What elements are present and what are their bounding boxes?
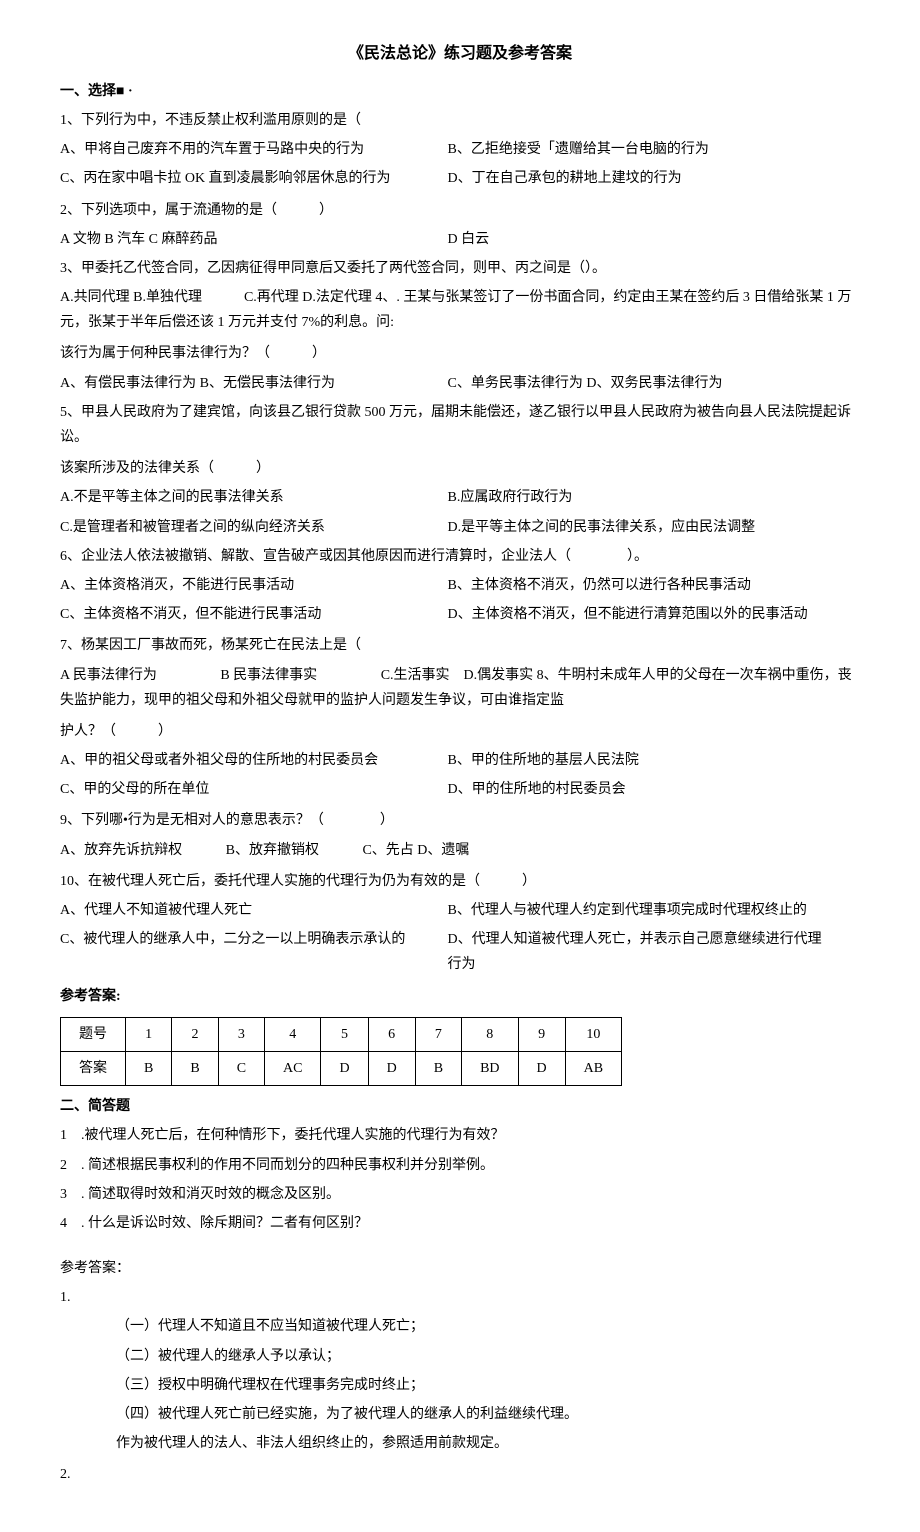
table-cell: 7 <box>415 1017 461 1051</box>
q5-option-b: B.应属政府行政行为 <box>448 485 832 510</box>
table-cell: 10 <box>565 1017 621 1051</box>
q1-stem: 1、下列行为中，不违反禁止权利滥用原则的是（ <box>60 108 860 133</box>
answers-table: 题号 1 2 3 4 5 6 7 8 9 10 答案 B B C AC D D … <box>60 1017 622 1086</box>
table-cell: D <box>518 1051 565 1085</box>
answer-1-num: 1. <box>60 1285 860 1310</box>
q4-option-ab: A、有偿民事法律行为 B、无偿民事法律行为 <box>60 371 444 396</box>
table-cell: 3 <box>218 1017 264 1051</box>
table-row: 题号 1 2 3 4 5 6 7 8 9 10 <box>61 1017 622 1051</box>
table-cell: 题号 <box>61 1017 126 1051</box>
q2-stem: 2、下列选项中，属于流通物的是（ ） <box>60 198 860 223</box>
q8-option-d: D、甲的住所地的村民委员会 <box>448 777 832 802</box>
answer-1-line-2: （二）被代理人的继承人予以承认； <box>116 1344 860 1369</box>
q8-option-c: C、甲的父母的所在单位 <box>60 777 444 802</box>
answer-1-line-1: （一）代理人不知道且不应当知道被代理人死亡； <box>116 1314 860 1339</box>
table-cell: 1 <box>126 1017 172 1051</box>
table-cell: 6 <box>368 1017 415 1051</box>
q5-option-d: D.是平等主体之间的民事法律关系，应由民法调整 <box>448 515 832 540</box>
sa-q4: 4 . 什么是诉讼时效、除斥期间？二者有何区别？ <box>60 1211 860 1236</box>
q6-option-d: D、主体资格不消灭，但不能进行清算范围以外的民事活动 <box>448 602 832 627</box>
answer-1-line-5: 作为被代理人的法人、非法人组织终止的，参照适用前款规定。 <box>116 1431 860 1456</box>
q6-option-b: B、主体资格不消灭，仍然可以进行各种民事活动 <box>448 573 832 598</box>
q6-option-a: A、主体资格消灭，不能进行民事活动 <box>60 573 444 598</box>
answer-1-line-3: （三）授权中明确代理权在代理事务完成时终止； <box>116 1373 860 1398</box>
sa-q3: 3 . 简述取得时效和消灭时效的概念及区别。 <box>60 1182 860 1207</box>
q2-option-abc: A 文物 B 汽车 C 麻醉药品 <box>60 227 444 252</box>
table-cell: 8 <box>462 1017 518 1051</box>
q9-option-b: B、放弃撤销权 <box>226 838 319 863</box>
q7-option-a: A 民事法律行为 <box>60 663 157 688</box>
q1-option-a: A、甲将自己废弃不用的汽车置于马路中央的行为 <box>60 137 444 162</box>
q10-stem: 10、在被代理人死亡后，委托代理人实施的代理行为仍为有效的是（ ） <box>60 869 860 894</box>
q5-stem: 5、甲县人民政府为了建宾馆，向该县乙银行贷款 500 万元，届期未能偿还，遂乙银… <box>60 400 860 450</box>
q9-stem: 9、下列哪•行为是无相对人的意思表示？（ ） <box>60 808 860 833</box>
table-cell: 5 <box>321 1017 368 1051</box>
q9-option-a: A、放弃先诉抗辩权 <box>60 838 182 863</box>
q10-option-c: C、被代理人的继承人中，二分之一以上明确表示承认的 <box>60 927 444 952</box>
q8-stem: 护人？（ ） <box>60 719 860 744</box>
q2-option-d: D 白云 <box>448 227 832 252</box>
q9-option-cd: C、先占 D、遗嘱 <box>362 838 469 863</box>
q1-option-c: C、丙在家中唱卡拉 OK 直到凌晨影响邻居休息的行为 <box>60 166 444 191</box>
q1-option-b: B、乙拒绝接受「遗赠给其一台电脑的行为 <box>448 137 832 162</box>
q7-option-cd-q8: C.生活事实 D.偶发事实 8、牛明村未成年人甲的父母在一次车祸中重伤，丧失监护… <box>60 668 852 708</box>
table-row: 答案 B B C AC D D B BD D AB <box>61 1051 622 1085</box>
table-cell: B <box>172 1051 218 1085</box>
q1-option-d: D、丁在自己承包的耕地上建坟的行为 <box>448 166 832 191</box>
q5-stem2: 该案所涉及的法律关系（ ） <box>60 456 860 481</box>
table-cell: C <box>218 1051 264 1085</box>
answers-label: 参考答案: <box>60 984 860 1009</box>
page-title: 《民法总论》练习题及参考答案 <box>60 40 860 69</box>
q3-q4-line: A.共同代理 B.单独代理 C.再代理 D.法定代理 4、. 王某与张某签订了一… <box>60 285 860 335</box>
table-cell: B <box>126 1051 172 1085</box>
table-cell: D <box>368 1051 415 1085</box>
q10-option-d: D、代理人知道被代理人死亡，并表示自己愿意继续进行代理行为 <box>448 927 832 977</box>
table-cell: 答案 <box>61 1051 126 1085</box>
table-cell: BD <box>462 1051 518 1085</box>
q5-option-c: C.是管理者和被管理者之间的纵向经济关系 <box>60 515 444 540</box>
q8-option-a: A、甲的祖父母或者外祖父母的住所地的村民委员会 <box>60 748 444 773</box>
table-cell: AC <box>265 1051 321 1085</box>
q4-option-cd: C、单务民事法律行为 D、双务民事法律行为 <box>448 371 832 396</box>
q3-stem: 3、甲委托乙代签合同，乙因病征得甲同意后又委托了两代签合同，则甲、丙之间是（）。 <box>60 256 860 281</box>
table-cell: 4 <box>265 1017 321 1051</box>
answer-2-num: 2. <box>60 1462 860 1487</box>
answer-1-line-4: （四）被代理人死亡前已经实施，为了被代理人的继承人的利益继续代理。 <box>116 1402 860 1427</box>
table-cell: B <box>415 1051 461 1085</box>
answers2-label: 参考答案： <box>60 1256 860 1281</box>
q8-option-b: B、甲的住所地的基层人民法院 <box>448 748 832 773</box>
q7-stem: 7、杨某因工厂事故而死，杨某死亡在民法上是（ <box>60 633 860 658</box>
table-cell: 2 <box>172 1017 218 1051</box>
q10-option-b: B、代理人与被代理人约定到代理事项完成时代理权终止的 <box>448 898 832 923</box>
q10-option-a: A、代理人不知道被代理人死亡 <box>60 898 444 923</box>
table-cell: 9 <box>518 1017 565 1051</box>
q7-option-b: B 民事法律事实 <box>220 663 317 688</box>
sa-q1: 1 .被代理人死亡后，在何种情形下，委托代理人实施的代理行为有效？ <box>60 1123 860 1148</box>
section-2-heading: 二、简答题 <box>60 1094 860 1119</box>
q4-stem: 该行为属于何种民事法律行为？（ ） <box>60 341 860 366</box>
q5-option-a: A.不是平等主体之间的民事法律关系 <box>60 485 444 510</box>
q6-stem: 6、企业法人依法被撤销、解散、宣告破产或因其他原因而进行清算时，企业法人（ ）。 <box>60 544 860 569</box>
table-cell: AB <box>565 1051 621 1085</box>
q6-option-c: C、主体资格不消灭，但不能进行民事活动 <box>60 602 444 627</box>
sa-q2: 2 . 简述根据民事权利的作用不同而划分的四种民事权利并分别举例。 <box>60 1153 860 1178</box>
section-1-heading: 一、选择■ · <box>60 79 860 104</box>
table-cell: D <box>321 1051 368 1085</box>
